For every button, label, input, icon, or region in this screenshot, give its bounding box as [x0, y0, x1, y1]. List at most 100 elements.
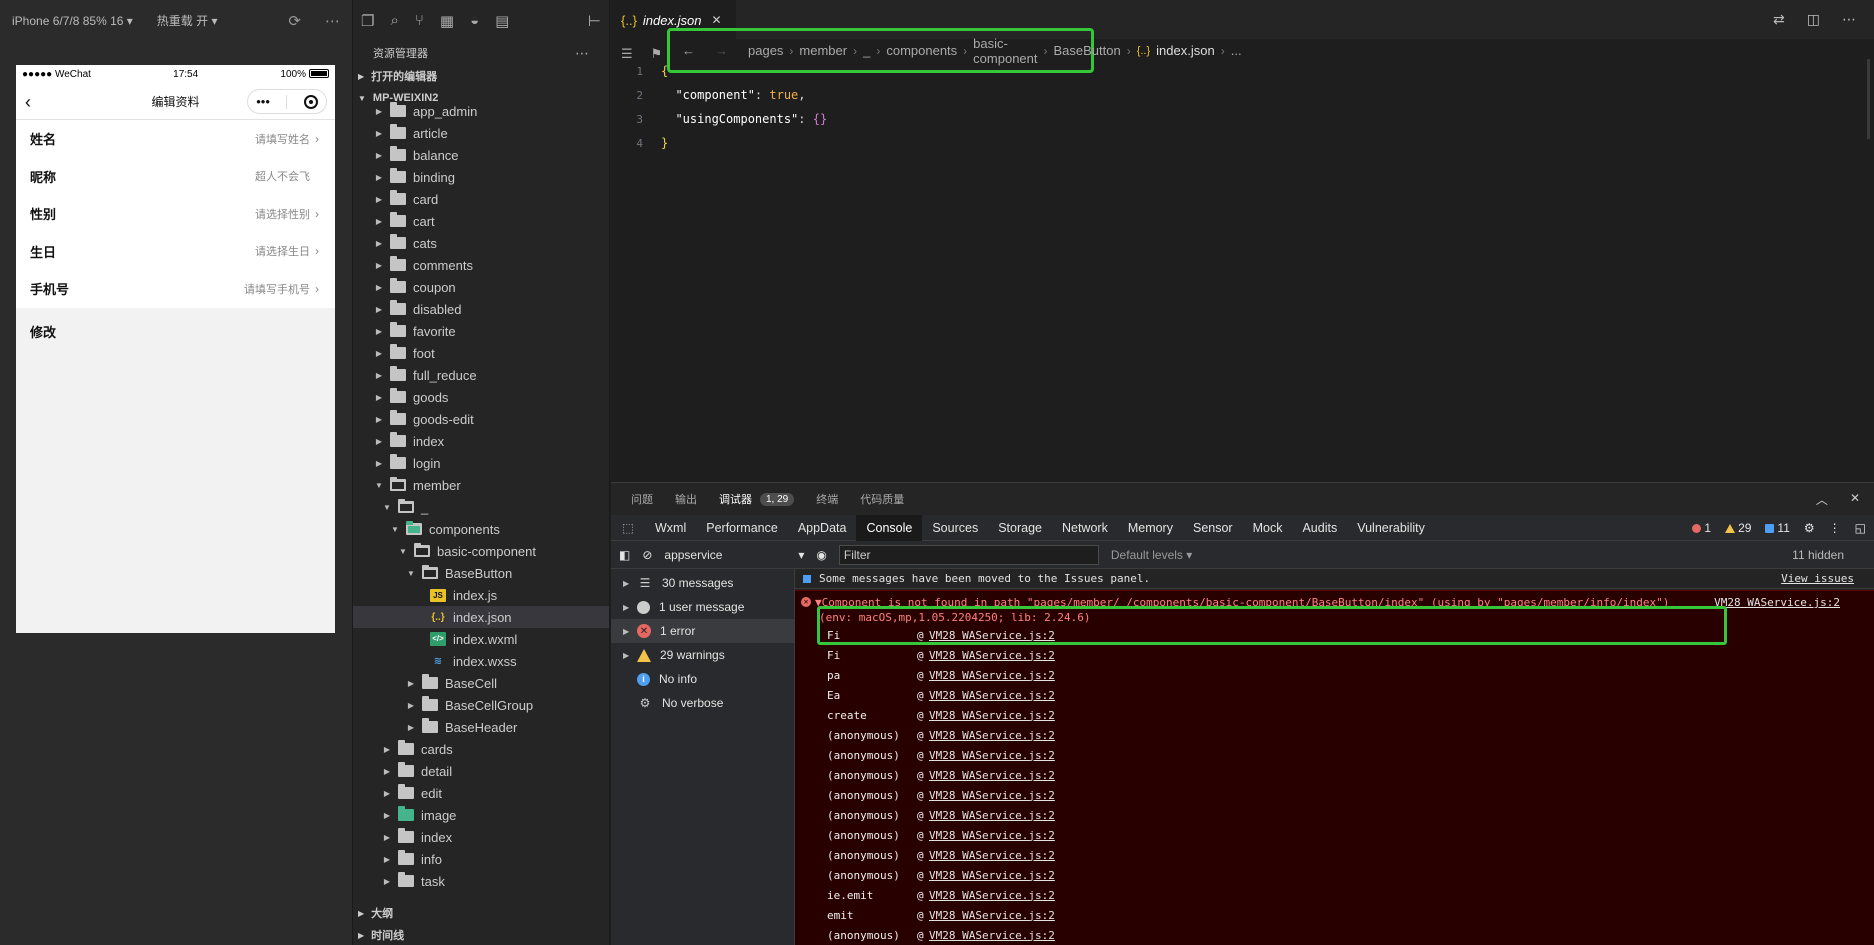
tree-folder[interactable]: ▼ _ [353, 496, 609, 518]
console-filter-item[interactable]: i No info [611, 667, 794, 691]
tree-folder[interactable]: ▶ BaseCell [353, 672, 609, 694]
stack-location-link[interactable]: VM28 WAService.js:2 [929, 809, 1055, 822]
forward-arrow-icon[interactable]: → [715, 43, 728, 58]
panel-tab[interactable]: 调试器 [719, 491, 752, 507]
stack-location-link[interactable]: VM28 WAService.js:2 [929, 629, 1055, 642]
tree-folder[interactable]: ▶ index [353, 430, 609, 452]
console-filter-item[interactable]: ▶ 1 user message [611, 595, 794, 619]
error-count[interactable]: 1 [1692, 521, 1711, 535]
search-icon[interactable]: ⌕ [390, 12, 398, 29]
form-row[interactable]: 性别 请选择性别 › [16, 195, 335, 233]
console-filter-item[interactable]: ⚙ No verbose [611, 691, 794, 715]
stack-location-link[interactable]: VM28 WAService.js:2 [929, 669, 1055, 682]
devtools-tab[interactable]: Performance [696, 515, 788, 541]
stack-location-link[interactable]: VM28 WAService.js:2 [929, 689, 1055, 702]
timeline-section[interactable]: ▶ 时间线 [353, 924, 609, 945]
split-editor-icon[interactable]: ◫ [1807, 11, 1820, 28]
kebab-menu-icon[interactable]: ⋮ [1829, 521, 1841, 535]
split-icon[interactable]: ⊢ [588, 12, 601, 30]
tree-folder[interactable]: ▼ basic-component [353, 540, 609, 562]
tree-folder[interactable]: ▶ coupon [353, 276, 609, 298]
tree-folder[interactable]: ▶ balance [353, 144, 609, 166]
view-issues-link[interactable]: View issues [1781, 572, 1874, 585]
tree-file[interactable]: ≋ index.wxss [353, 650, 609, 672]
form-row[interactable]: 姓名 请填写姓名 › [16, 120, 335, 158]
tree-folder[interactable]: ▶ cart [353, 210, 609, 232]
devtools-tab[interactable]: Audits [1292, 515, 1347, 541]
panel-tab[interactable]: 问题 [631, 491, 653, 507]
breadcrumb-item[interactable]: pages [748, 43, 783, 58]
tree-folder[interactable]: ▶ binding [353, 166, 609, 188]
devtools-tab[interactable]: Sources [922, 515, 988, 541]
devtools-tab[interactable]: Memory [1118, 515, 1183, 541]
tree-folder[interactable]: ▶ favorite [353, 320, 609, 342]
eye-icon[interactable]: ◉ [816, 548, 826, 562]
context-select[interactable]: appservice ▾ [664, 548, 804, 562]
filter-input[interactable] [838, 544, 1099, 565]
panel-tab[interactable]: 终端 [816, 491, 838, 507]
sidebar-toggle-icon[interactable]: ◧ [619, 548, 630, 562]
devtools-tab[interactable]: Storage [988, 515, 1052, 541]
error-source-link[interactable]: VM28 WAService.js:2 [1714, 596, 1840, 609]
clear-console-icon[interactable]: ⊘ [642, 548, 652, 562]
more-actions-icon[interactable]: ⋯ [1842, 11, 1856, 28]
tree-folder[interactable]: ▶ image [353, 804, 609, 826]
docker-icon[interactable]: ◒ [470, 12, 479, 29]
console-filter-item[interactable]: ▶ 29 warnings [611, 643, 794, 667]
tree-folder[interactable]: ▶ BaseCellGroup [353, 694, 609, 716]
stack-location-link[interactable]: VM28 WAService.js:2 [929, 869, 1055, 882]
stack-location-link[interactable]: VM28 WAService.js:2 [929, 789, 1055, 802]
settings-icon[interactable]: ⚙ [1804, 521, 1815, 535]
stack-location-link[interactable]: VM28 WAService.js:2 [929, 709, 1055, 722]
tree-folder[interactable]: ▶ app_admin [353, 100, 609, 122]
compare-icon[interactable]: ⇄ [1773, 11, 1785, 28]
close-icon[interactable]: ✕ [711, 13, 721, 27]
devtools-tab[interactable]: Network [1052, 515, 1118, 541]
back-icon[interactable]: ‹ [25, 92, 31, 113]
close-panel-icon[interactable]: ✕ [1850, 491, 1860, 508]
tree-file[interactable]: JS index.js [353, 584, 609, 606]
stack-location-link[interactable]: VM28 WAService.js:2 [929, 849, 1055, 862]
tree-folder[interactable]: ▶ index [353, 826, 609, 848]
stack-location-link[interactable]: VM28 WAService.js:2 [929, 829, 1055, 842]
info-count[interactable]: 11 [1765, 521, 1790, 535]
console-filter-item[interactable]: ▶ ☰ 30 messages [611, 571, 794, 595]
tree-file[interactable]: </> index.wxml [353, 628, 609, 650]
tree-folder[interactable]: ▶ card [353, 188, 609, 210]
more-dots-icon[interactable]: ••• [256, 94, 270, 109]
tree-folder[interactable]: ▼ components [353, 518, 609, 540]
maximize-icon[interactable]: ︿ [1816, 491, 1828, 508]
console-filter-item[interactable]: ▶ ✕ 1 error [611, 619, 794, 643]
panel-tab[interactable]: 代码质量 [860, 491, 904, 507]
tree-folder[interactable]: ▶ goods [353, 386, 609, 408]
tree-folder[interactable]: ▶ task [353, 870, 609, 887]
tree-folder[interactable]: ▶ edit [353, 782, 609, 804]
modify-button[interactable]: 修改 [16, 308, 335, 355]
more-icon[interactable]: ⋯ [325, 12, 340, 30]
stack-location-link[interactable]: VM28 WAService.js:2 [929, 749, 1055, 762]
back-arrow-icon[interactable]: ← [682, 43, 695, 58]
devtools-tab[interactable]: Sensor [1183, 515, 1243, 541]
explorer-more-icon[interactable]: ⋯ [575, 45, 589, 62]
tree-folder[interactable]: ▶ info [353, 848, 609, 870]
breadcrumb-item[interactable]: components [886, 43, 957, 58]
outline-section[interactable]: ▶ 大纲 [353, 902, 609, 924]
tree-folder[interactable]: ▶ detail [353, 760, 609, 782]
tree-folder[interactable]: ▶ foot [353, 342, 609, 364]
inspect-icon[interactable]: ⬚ [611, 520, 645, 535]
devtools-tab[interactable]: Wxml [645, 515, 696, 541]
devtools-tab[interactable]: AppData [788, 515, 857, 541]
breadcrumb-item[interactable]: member [799, 43, 847, 58]
stack-location-link[interactable]: VM28 WAService.js:2 [929, 649, 1055, 662]
tree-folder[interactable]: ▼ member [353, 474, 609, 496]
tree-folder[interactable]: ▼ BaseButton [353, 562, 609, 584]
layout-icon[interactable]: ▤ [495, 12, 509, 30]
form-row[interactable]: 昵称 超人不会飞 [16, 157, 335, 195]
tree-folder[interactable]: ▶ goods-edit [353, 408, 609, 430]
source-control-icon[interactable]: ⑂ [415, 12, 424, 29]
refresh-icon[interactable]: ⟳ [288, 12, 301, 30]
tree-file[interactable]: {..} index.json [353, 606, 609, 628]
devtools-tab[interactable]: Vulnerability [1347, 515, 1435, 541]
form-row[interactable]: 生日 请选择生日 › [16, 232, 335, 270]
dock-icon[interactable]: ◱ [1855, 521, 1866, 535]
